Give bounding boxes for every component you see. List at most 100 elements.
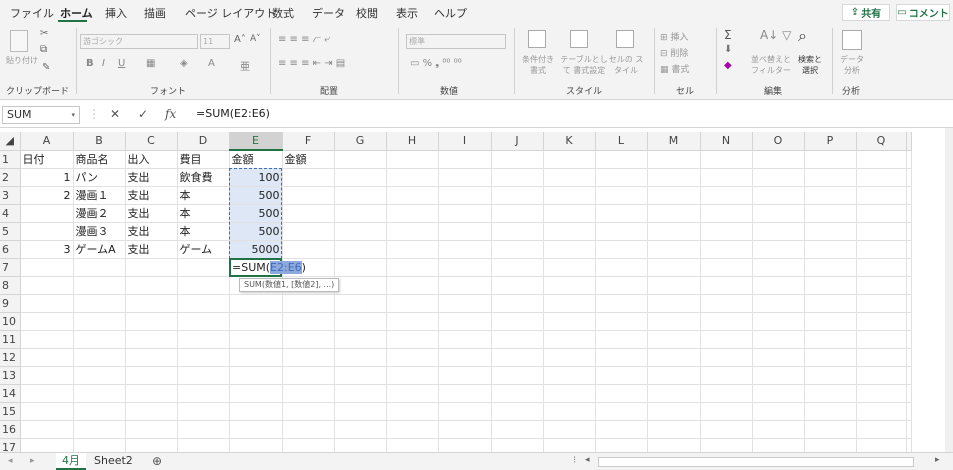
cell[interactable]: [282, 204, 335, 223]
cell[interactable]: [856, 186, 907, 205]
cell[interactable]: [177, 312, 230, 331]
cell[interactable]: [804, 348, 857, 367]
cell[interactable]: [804, 168, 857, 187]
cell[interactable]: [20, 204, 74, 223]
cell[interactable]: [595, 150, 648, 169]
cell[interactable]: 支出: [125, 168, 178, 187]
cell[interactable]: [752, 420, 805, 439]
cell[interactable]: [856, 276, 907, 295]
cell[interactable]: [647, 366, 701, 385]
cell[interactable]: [386, 150, 439, 169]
cell[interactable]: [73, 258, 126, 277]
row-header[interactable]: 14: [0, 384, 21, 403]
row-header[interactable]: 2: [0, 168, 21, 187]
cell[interactable]: 出入: [125, 150, 178, 169]
cell[interactable]: 商品名: [73, 150, 126, 169]
format-cells-button[interactable]: ▦ 書式: [660, 62, 689, 75]
cell[interactable]: [906, 294, 912, 313]
cell[interactable]: [334, 330, 387, 349]
cell[interactable]: [20, 330, 74, 349]
cell[interactable]: 金額: [229, 150, 283, 169]
cell[interactable]: [647, 402, 701, 421]
cell[interactable]: [177, 402, 230, 421]
cell[interactable]: [856, 240, 907, 259]
cell[interactable]: [491, 348, 544, 367]
cell[interactable]: [386, 204, 439, 223]
cell[interactable]: [386, 438, 439, 452]
cell[interactable]: [595, 348, 648, 367]
row-header[interactable]: 15: [0, 402, 21, 421]
column-header-J[interactable]: J: [491, 132, 544, 151]
cell[interactable]: [386, 168, 439, 187]
menu-draw[interactable]: 描画: [144, 5, 166, 21]
find-icon[interactable]: ⌕: [798, 26, 807, 46]
cell[interactable]: [595, 330, 648, 349]
column-header-G[interactable]: G: [334, 132, 387, 151]
cell[interactable]: [438, 420, 492, 439]
cell[interactable]: [491, 276, 544, 295]
cell[interactable]: [282, 186, 335, 205]
cell[interactable]: [438, 294, 492, 313]
cell[interactable]: [491, 438, 544, 452]
cell[interactable]: [438, 258, 492, 277]
cell[interactable]: [804, 366, 857, 385]
column-header-K[interactable]: K: [543, 132, 596, 151]
cell[interactable]: [647, 420, 701, 439]
cell[interactable]: [177, 384, 230, 403]
cell[interactable]: [438, 204, 492, 223]
cell[interactable]: [856, 312, 907, 331]
cell[interactable]: [700, 366, 753, 385]
cell[interactable]: [125, 330, 178, 349]
cell[interactable]: [543, 312, 596, 331]
cell[interactable]: [804, 294, 857, 313]
cell[interactable]: [125, 312, 178, 331]
row-header[interactable]: 7: [0, 258, 21, 277]
cell[interactable]: [386, 276, 439, 295]
cell[interactable]: [229, 402, 283, 421]
cell[interactable]: [647, 222, 701, 241]
column-header-P[interactable]: P: [804, 132, 857, 151]
cell[interactable]: [647, 348, 701, 367]
cell[interactable]: [647, 384, 701, 403]
cell[interactable]: [125, 258, 178, 277]
cell[interactable]: [491, 186, 544, 205]
cell[interactable]: [752, 204, 805, 223]
cell[interactable]: [386, 294, 439, 313]
cell[interactable]: [804, 402, 857, 421]
sheet-tab-april[interactable]: 4月: [56, 453, 86, 470]
cell[interactable]: [595, 420, 648, 439]
column-header-C[interactable]: C: [125, 132, 178, 151]
cell[interactable]: [177, 330, 230, 349]
cell[interactable]: [700, 204, 753, 223]
cell[interactable]: [752, 348, 805, 367]
cell[interactable]: [491, 150, 544, 169]
table-format-icon[interactable]: [570, 30, 588, 48]
cell[interactable]: [334, 204, 387, 223]
cell[interactable]: [595, 384, 648, 403]
cell[interactable]: [752, 294, 805, 313]
cell[interactable]: [906, 258, 912, 277]
cell[interactable]: [491, 312, 544, 331]
cell[interactable]: [595, 258, 648, 277]
cell[interactable]: [700, 240, 753, 259]
cell[interactable]: [700, 384, 753, 403]
share-button[interactable]: ⇪ 共有: [842, 4, 890, 21]
cell[interactable]: [282, 402, 335, 421]
tab-scroll-right-icon[interactable]: ▸: [30, 456, 35, 466]
cell[interactable]: [647, 258, 701, 277]
cell[interactable]: [438, 384, 492, 403]
cell[interactable]: [543, 240, 596, 259]
font-name-select[interactable]: 游ゴシック: [80, 34, 198, 49]
menu-help[interactable]: ヘルプ: [434, 5, 467, 21]
cell[interactable]: [700, 168, 753, 187]
currency-icon[interactable]: ▭ % ❟ ⁰⁰ ⁰⁰: [410, 58, 462, 69]
cell[interactable]: [752, 312, 805, 331]
row-header[interactable]: 8: [0, 276, 21, 295]
cell[interactable]: [752, 222, 805, 241]
row-header[interactable]: 5: [0, 222, 21, 241]
cell[interactable]: 本: [177, 204, 230, 223]
row-header[interactable]: 4: [0, 204, 21, 223]
function-tooltip[interactable]: SUM(数値1, [数値2], ...): [239, 278, 340, 292]
cell[interactable]: 支出: [125, 204, 178, 223]
cell[interactable]: [386, 402, 439, 421]
